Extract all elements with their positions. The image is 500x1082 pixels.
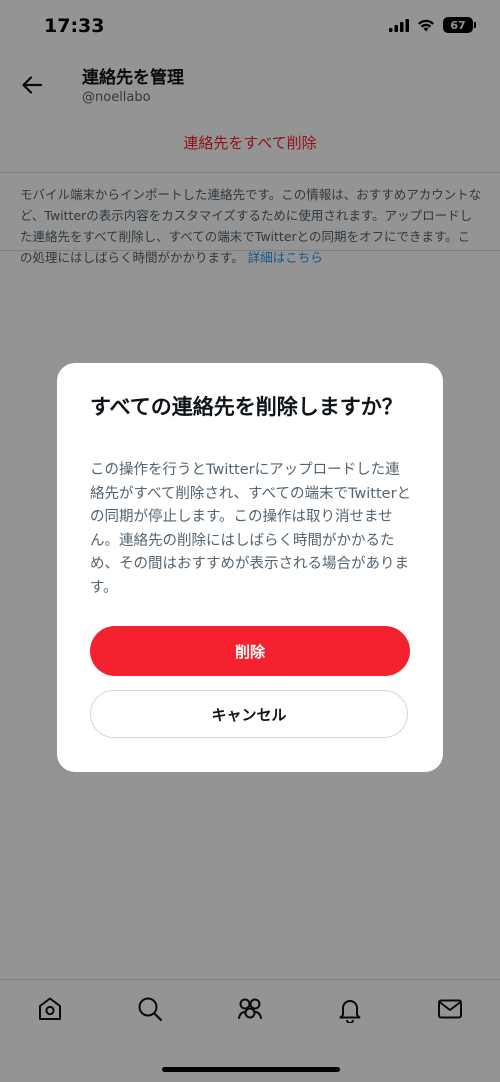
confirm-delete-button[interactable]: 削除 bbox=[90, 626, 410, 676]
dialog-body: この操作を行うとTwitterにアップロードした連絡先がすべて削除され、すべての… bbox=[90, 462, 412, 596]
delete-contacts-dialog: すべての連絡先を削除しますか？ この操作を行うとTwitterにアップロードした… bbox=[57, 363, 443, 772]
cancel-button[interactable]: キャンセル bbox=[90, 690, 408, 738]
dialog-title: すべての連絡先を削除しますか？ bbox=[90, 395, 403, 419]
